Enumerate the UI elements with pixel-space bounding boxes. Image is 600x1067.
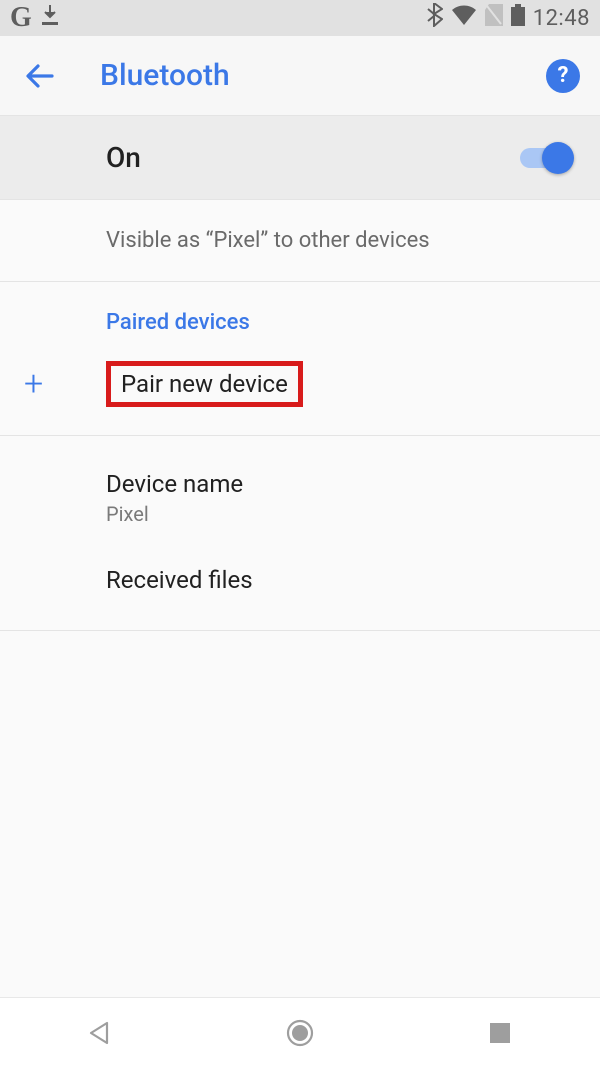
device-name-value: Pixel: [106, 502, 570, 526]
nav-recents-button[interactable]: [440, 1021, 560, 1045]
device-name-label: Device name: [106, 470, 570, 498]
bluetooth-toggle-row[interactable]: On: [0, 116, 600, 200]
triangle-back-icon: [87, 1020, 113, 1046]
pair-new-device-label: Pair new device: [121, 370, 288, 398]
no-sim-icon: [485, 4, 503, 32]
paired-devices-header: Paired devices: [0, 282, 600, 347]
device-name-row[interactable]: Device name Pixel: [0, 456, 600, 540]
page-title: Bluetooth: [100, 58, 230, 93]
square-recents-icon: [488, 1021, 512, 1045]
bluetooth-icon: [427, 3, 443, 33]
download-icon: [42, 5, 58, 31]
nav-back-button[interactable]: [40, 1020, 160, 1046]
status-clock: 12:48: [533, 6, 590, 31]
nav-home-button[interactable]: [240, 1018, 360, 1048]
toggle-label: On: [106, 141, 141, 174]
pair-new-device-row[interactable]: + Pair new device: [0, 347, 600, 436]
app-bar: Bluetooth ?: [0, 36, 600, 116]
settings-block: Device name Pixel Received files: [0, 436, 600, 631]
navigation-bar: [0, 997, 600, 1067]
visibility-text: Visible as “Pixel” to other devices: [0, 200, 600, 282]
pair-new-device-highlight: Pair new device: [106, 361, 303, 407]
status-bar: G 12:48: [0, 0, 600, 36]
help-button[interactable]: ?: [546, 59, 580, 93]
help-icon: ?: [558, 63, 569, 88]
received-files-row[interactable]: Received files: [0, 540, 600, 620]
battery-icon: [511, 4, 525, 32]
google-icon: G: [10, 2, 32, 34]
arrow-left-icon: [24, 60, 56, 92]
toggle-switch[interactable]: [520, 148, 570, 168]
plus-icon: +: [24, 364, 43, 404]
back-button[interactable]: [20, 60, 60, 92]
received-files-label: Received files: [106, 566, 570, 594]
circle-home-icon: [285, 1018, 315, 1048]
wifi-icon: [451, 5, 477, 31]
